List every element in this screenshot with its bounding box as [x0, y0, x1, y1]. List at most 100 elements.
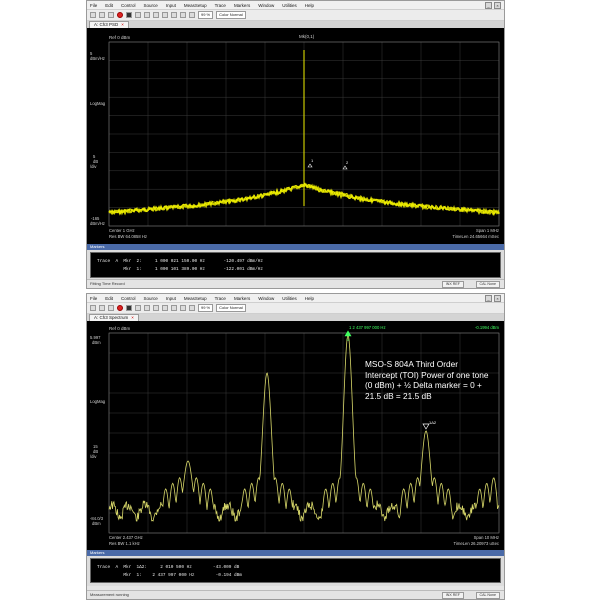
color-mode-select[interactable]: Color Normal: [216, 11, 246, 19]
minimize-icon[interactable]: _: [485, 1, 492, 9]
marker-2-icon[interactable]: [342, 165, 348, 170]
marker-icon[interactable]: [153, 12, 159, 18]
close-icon[interactable]: ×: [494, 294, 501, 302]
y-bottom-label: -84.0/3 dBm: [90, 516, 104, 526]
open-icon[interactable]: [90, 12, 96, 18]
annotation-box: MSO-S 804A Third Order Intercept (TOI) P…: [365, 359, 489, 401]
trace-icon[interactable]: [144, 305, 150, 311]
menu-control[interactable]: Control: [121, 296, 136, 301]
center-marker-label: Mk(0,1): [299, 34, 315, 39]
spectrum-plot[interactable]: Ref 0 dBm 1 2 437 997 000 Hz -0.1994 dBm…: [87, 321, 504, 550]
zoom-icon[interactable]: [162, 12, 168, 18]
markers-panel: Markers Trace A Mkr 2: 1 000 021 150.00 …: [87, 244, 504, 281]
menu-trace[interactable]: Trace: [215, 3, 226, 8]
grid-icon[interactable]: [180, 12, 186, 18]
toolbar: 99 % Color Normal: [87, 303, 504, 314]
layout-icon[interactable]: [189, 305, 195, 311]
close-tab-icon[interactable]: ×: [121, 22, 124, 27]
stop-icon[interactable]: [126, 12, 132, 18]
markers-table: Trace A Mkr 1Δ2: 2 010 500 Hz -43.009 dB…: [90, 558, 501, 583]
menu-source[interactable]: Source: [144, 296, 158, 301]
menu-edit[interactable]: Edit: [105, 3, 113, 8]
status-ref-box: INX REF: [441, 592, 464, 599]
color-mode-select[interactable]: Color Normal: [216, 304, 246, 312]
close-icon[interactable]: ×: [494, 1, 501, 9]
spectrum-window: File Edit Control Source Input MeasSetup…: [86, 293, 505, 600]
marker-1-icon[interactable]: [307, 163, 313, 168]
menu-file[interactable]: File: [90, 296, 97, 301]
menu-trace[interactable]: Trace: [215, 296, 226, 301]
top-readout: 1 2 437 997 000 Hz: [349, 325, 386, 330]
menu-source[interactable]: Source: [144, 3, 158, 8]
open-icon[interactable]: [90, 305, 96, 311]
menu-file[interactable]: File: [90, 3, 97, 8]
menu-help[interactable]: Help: [305, 3, 314, 8]
zoom-field[interactable]: 99 %: [198, 304, 214, 312]
res-bw-label: Res BW 1.1 kHz: [109, 541, 140, 546]
grid-icon[interactable]: [180, 305, 186, 311]
menu-edit[interactable]: Edit: [105, 296, 113, 301]
timelen-label: TimeLen 26.20973 uSec: [454, 541, 499, 546]
marker-2-label: 2: [346, 160, 349, 165]
print-icon[interactable]: [108, 305, 114, 311]
center-freq-label: Center 2.437 GHz: [109, 535, 143, 540]
menu-window[interactable]: Window: [258, 3, 274, 8]
y-top-unit: dBm: [92, 340, 101, 345]
menu-bar: File Edit Control Source Input MeasSetup…: [87, 1, 504, 10]
zoom-icon[interactable]: [162, 305, 168, 311]
marker-icon[interactable]: [153, 305, 159, 311]
marker-row: Mkr 1: 2 437 997 000 Hz -0.194 dBm: [97, 573, 242, 578]
save-icon[interactable]: [99, 12, 105, 18]
status-ref-box: INX REF: [441, 281, 464, 288]
menu-markers[interactable]: Markers: [234, 296, 250, 301]
y-bottom-label: -165 dBm/Hz: [90, 216, 105, 226]
window-controls: _ ×: [485, 294, 504, 302]
menu-control[interactable]: Control: [121, 3, 136, 8]
res-bw-label: Res BW 64.0858 Hz: [109, 234, 147, 239]
zoom-field[interactable]: 99 %: [198, 11, 214, 19]
menu-input[interactable]: Input: [166, 3, 176, 8]
menu-markers[interactable]: Markers: [234, 3, 250, 8]
record-icon[interactable]: [117, 12, 123, 18]
y-top-label: 5.997 dBm: [90, 335, 101, 345]
toolbar: 99 % Color Normal: [87, 10, 504, 21]
y-mid-label: LogMag: [90, 101, 106, 106]
autoscale-icon[interactable]: [171, 305, 177, 311]
span-label: Span 10 MHz: [474, 535, 499, 540]
menu-utilities[interactable]: Utilities: [282, 296, 297, 301]
y-bottom-unit: dBm/Hz: [90, 221, 105, 226]
tab-row: A: Ch3 PSD ×: [87, 21, 504, 28]
marker-1-icon[interactable]: [344, 330, 352, 337]
trace-icon[interactable]: [144, 12, 150, 18]
menu-meassetup[interactable]: MeasSetup: [184, 3, 207, 8]
markers-title: Markers: [87, 550, 504, 556]
autoscale-icon[interactable]: [171, 12, 177, 18]
menu-help[interactable]: Help: [305, 296, 314, 301]
psd-plot[interactable]: Ref 0 dBm Mk(0,1) 5 dBm/Hz LogMag 5 dB/div…: [87, 28, 504, 244]
markers-title: Markers: [87, 244, 504, 250]
top-right-readout: -0.1994 dBm: [475, 325, 499, 330]
print-icon[interactable]: [108, 12, 114, 18]
close-tab-icon[interactable]: ×: [131, 315, 134, 320]
psd-svg: Ref 0 dBm Mk(0,1) 5 dBm/Hz LogMag 5 dB/div…: [90, 34, 501, 239]
record-icon[interactable]: [117, 305, 123, 311]
pause-icon[interactable]: [135, 305, 141, 311]
tab-psd[interactable]: A: Ch3 PSD ×: [89, 21, 129, 28]
menu-input[interactable]: Input: [166, 296, 176, 301]
marker-row: Trace A Mkr 2: 1 000 021 150.00 Hz -120.…: [97, 259, 263, 264]
marker-1-label: 1: [311, 158, 314, 163]
save-icon[interactable]: [99, 305, 105, 311]
stop-icon[interactable]: [126, 305, 132, 311]
layout-icon[interactable]: [189, 12, 195, 18]
menu-window[interactable]: Window: [258, 296, 274, 301]
tab-spectrum[interactable]: A: Ch3 Spectrum ×: [89, 314, 139, 321]
menu-bar: File Edit Control Source Input MeasSetup…: [87, 294, 504, 303]
status-bar: Measurement running INX REF CAL None: [87, 590, 504, 599]
minimize-icon[interactable]: _: [485, 294, 492, 302]
span-label: Span 1 MHz: [476, 228, 499, 233]
tab-label: A: Ch3 Spectrum: [94, 315, 129, 320]
pause-icon[interactable]: [135, 12, 141, 18]
menu-utilities[interactable]: Utilities: [282, 3, 297, 8]
toi-annotation: MSO-S 804A Third Order Intercept (TOI) P…: [365, 359, 489, 401]
menu-meassetup[interactable]: MeasSetup: [184, 296, 207, 301]
